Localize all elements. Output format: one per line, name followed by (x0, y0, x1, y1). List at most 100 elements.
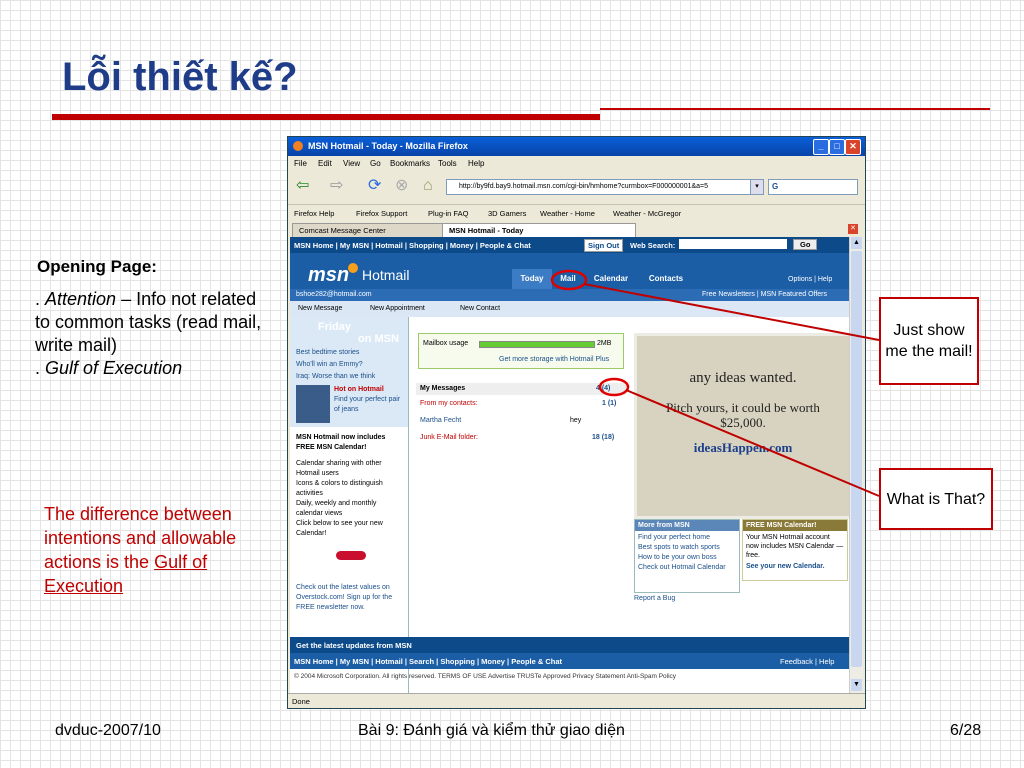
hotmail-header: msn Hotmail Today Mail Calendar Contacts… (290, 253, 849, 289)
jeans-photo[interactable] (296, 385, 330, 423)
menu-edit[interactable]: Edit (318, 159, 332, 168)
home-icon[interactable]: ⌂ (423, 178, 433, 194)
bullet-attention-term: Attention (45, 289, 117, 309)
tab-hotmail[interactable]: MSN Hotmail - Today (442, 223, 636, 237)
new-contact-button[interactable]: New Contact (460, 305, 500, 312)
bottom-nav: MSN Home | My MSN | Hotmail | Search | S… (290, 653, 849, 669)
opening-page-heading: Opening Page: (37, 257, 157, 276)
bookmark-item[interactable]: 3D Gamers (488, 209, 526, 218)
go-button[interactable]: Go (793, 239, 818, 250)
firefox-icon (293, 141, 303, 151)
slide-title: Lỗi thiết kế? (62, 55, 298, 99)
my-messages-count[interactable]: 4 (4) (596, 385, 610, 392)
new-message-button[interactable]: New Message (298, 305, 342, 312)
hot-on-hotmail-text[interactable]: Find your perfect pair of jeans (334, 395, 404, 415)
tab-contacts[interactable]: Contacts (638, 269, 694, 289)
tab-calendar[interactable]: Calendar (586, 269, 636, 289)
reload-icon[interactable]: ⟳ (368, 178, 381, 194)
stop-icon[interactable]: ⊗ (395, 178, 408, 194)
more-msn-link[interactable]: Best spots to watch sports (638, 543, 736, 553)
scroll-thumb[interactable] (851, 251, 862, 667)
menu-help[interactable]: Help (468, 159, 484, 168)
maximize-icon[interactable]: □ (829, 139, 845, 155)
more-msn-link[interactable]: Check out Hotmail Calendar (638, 563, 736, 573)
tab-mail[interactable]: Mail (552, 269, 584, 289)
msn-logo[interactable]: msn (308, 264, 349, 287)
newsletter-links[interactable]: Free Newsletters | MSN Featured Offers (702, 291, 827, 298)
tab-today[interactable]: Today (512, 269, 552, 289)
bookmark-item[interactable]: Firefox Help (294, 209, 334, 218)
opening-page-bullets: . Attention – Info not related to common… (35, 288, 275, 380)
free-calendar-panel: FREE MSN Calendar! Your MSN Hotmail acco… (742, 519, 848, 581)
status-bar: Done (288, 693, 865, 708)
callout-show-mail: Just show me the mail! (879, 297, 979, 385)
calendar-promo-item: Icons & colors to distinguish activities (296, 480, 383, 497)
web-search-input[interactable] (679, 239, 787, 249)
menu-tools[interactable]: Tools (438, 159, 457, 168)
feedback-help-links[interactable]: Feedback | Help (780, 657, 834, 666)
calendar-promo-item: Daily, weekly and monthly calendar views (296, 500, 377, 517)
report-bug-link[interactable]: Report a Bug (634, 595, 675, 602)
status-text: Done (292, 697, 310, 706)
sign-out-button[interactable]: Sign Out (584, 239, 624, 252)
url-dropdown-icon[interactable]: ▾ (750, 179, 764, 195)
junk-folder-count[interactable]: 18 (18) (592, 434, 614, 441)
see-calendar-button[interactable] (336, 551, 366, 560)
forward-icon[interactable]: ⇨ (330, 178, 343, 194)
gulf-definition: The difference between intentions and al… (44, 502, 264, 598)
bookmark-item[interactable]: Weather - McGregor (613, 209, 681, 218)
msn-top-links[interactable]: MSN Home | My MSN | Hotmail | Shopping |… (294, 241, 531, 250)
message-sender[interactable]: Martha Fecht (420, 417, 461, 424)
menu-bookmarks[interactable]: Bookmarks (390, 159, 430, 168)
bookmark-item[interactable]: Plug-in FAQ (428, 209, 468, 218)
scroll-down-icon[interactable]: ▼ (851, 679, 862, 691)
more-msn-link[interactable]: How to be your own boss (638, 553, 736, 563)
bottom-nav-links[interactable]: MSN Home | My MSN | Hotmail | Search | S… (294, 657, 562, 666)
window-titlebar: MSN Hotmail - Today - Mozilla Firefox _ … (288, 137, 865, 156)
back-icon[interactable]: ⇦ (296, 178, 309, 194)
menu-file[interactable]: File (294, 159, 307, 168)
bookmark-item[interactable]: Firefox Support (356, 209, 407, 218)
friday-link[interactable]: Iraq: Worse than we think (296, 372, 375, 382)
menu-view[interactable]: View (343, 159, 360, 168)
junk-folder-label[interactable]: Junk E-Mail folder: (420, 434, 478, 441)
bookmarks-toolbar: Firefox Help Firefox Support Plug-in FAQ… (288, 204, 865, 220)
bullet-gulf-term: Gulf of Execution (45, 358, 183, 378)
search-engine-icon[interactable]: G (769, 182, 778, 191)
free-calendar-title: FREE MSN Calendar! (743, 520, 847, 531)
callout-what-is-that: What is That? (879, 468, 993, 530)
minimize-icon[interactable]: _ (813, 139, 829, 155)
bookmark-item[interactable]: Weather - Home (540, 209, 595, 218)
menu-go[interactable]: Go (370, 159, 381, 168)
page-scrollbar[interactable]: ▲ ▼ (849, 237, 863, 693)
ideashappen-ad[interactable]: any ideas wanted. Pitch yours, it could … (634, 333, 849, 519)
from-contacts-count[interactable]: 1 (1) (602, 400, 616, 407)
more-from-msn-list: Find your perfect home Best spots to wat… (635, 531, 739, 575)
bullet-attention: . Attention – Info not related to common… (35, 288, 275, 357)
tab-comcast[interactable]: Comcast Message Center (292, 223, 444, 237)
gulf-definition-text: The difference between intentions and al… (44, 504, 237, 572)
hot-on-hotmail-title[interactable]: Hot on Hotmail (334, 385, 384, 395)
my-messages-label[interactable]: My Messages (420, 385, 465, 392)
account-bar: bshoe282@hotmail.com Free Newsletters | … (290, 289, 849, 301)
more-from-msn-panel: More from MSN Find your perfect home Bes… (634, 519, 740, 593)
close-icon[interactable]: ✕ (845, 139, 861, 155)
friday-subtitle: on MSN (358, 333, 399, 345)
scroll-up-icon[interactable]: ▲ (851, 237, 862, 249)
close-tab-icon[interactable]: ✕ (848, 224, 858, 234)
updates-text[interactable]: Get the latest updates from MSN (296, 641, 412, 650)
friday-link[interactable]: Best bedtime stories (296, 348, 359, 358)
url-input[interactable]: http://by9fd.bay9.hotmail.msn.com/cgi-bi… (446, 179, 760, 195)
friday-link[interactable]: Who'll win an Emmy? (296, 360, 363, 370)
search-input[interactable]: G (768, 179, 858, 195)
more-msn-link[interactable]: Find your perfect home (638, 533, 736, 543)
overstock-promo[interactable]: Check out the latest values on Overstock… (296, 583, 404, 613)
new-appointment-button[interactable]: New Appointment (370, 305, 425, 312)
free-calendar-link[interactable]: See your new Calendar. (743, 562, 847, 571)
title-underline-thick (52, 114, 600, 120)
more-storage-link[interactable]: Get more storage with Hotmail Plus (499, 356, 609, 363)
friday-on-msn-panel: Friday on MSN Best bedtime stories Who'l… (290, 317, 408, 427)
tab-bar: Comcast Message Center MSN Hotmail - Tod… (288, 223, 865, 237)
options-help-links[interactable]: Options | Help (788, 276, 832, 283)
message-subject[interactable]: hey (570, 417, 581, 424)
